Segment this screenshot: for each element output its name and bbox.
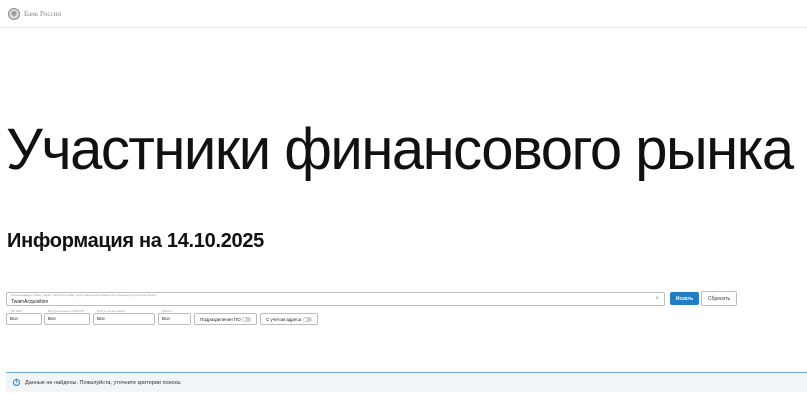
site-header: Банк России (0, 0, 807, 28)
filter-value: Все (48, 316, 56, 321)
reset-button[interactable]: Сбросить (701, 291, 737, 306)
filter-activity[interactable]: Вид деятельности ЦБ РФ Все (44, 309, 90, 325)
filter-label: Регион (162, 309, 172, 313)
clear-icon[interactable]: × (655, 295, 659, 304)
filter-label: Тип ЛЕЛ (10, 309, 22, 313)
toggle-subdivisions[interactable]: Подразделения ПО (194, 313, 257, 325)
find-button[interactable]: Искать (670, 292, 699, 305)
no-results-notice: i Данные не найдены. Пожалуйста, уточнит… (6, 372, 807, 392)
filter-value: Все (97, 316, 105, 321)
search-input[interactable] (11, 297, 651, 306)
toggle-knob (243, 318, 246, 321)
filter-value: Все (162, 316, 170, 321)
notice-text: Данные не найдены. Пожалуйста, уточните … (25, 379, 182, 386)
toggle-address[interactable]: С учетом адреса (260, 313, 318, 325)
page-title: Участники финансового рынка (6, 117, 794, 182)
filter-status[interactable]: Статус регистрации Все (93, 309, 155, 325)
toggle-label: Подразделения ПО (200, 316, 241, 322)
toggle-knob (304, 318, 307, 321)
filter-region[interactable]: Регион Все (158, 309, 191, 325)
filter-label: Статус регистрации (97, 309, 125, 313)
search-field[interactable]: Наименование (ИНН), адрес, ОГРН или ИНН,… (6, 292, 665, 306)
toggle-label: С учетом адреса (266, 316, 302, 322)
info-icon: i (13, 379, 20, 386)
toggle-switch[interactable] (242, 317, 251, 322)
filter-value: Все (10, 316, 18, 321)
filter-label: Вид деятельности ЦБ РФ (48, 309, 84, 313)
bank-logo[interactable]: Банк России (8, 8, 61, 20)
logo-text: Банк России (24, 10, 62, 18)
info-date-heading: Информация на 14.10.2025 (7, 230, 264, 252)
filter-entity-type[interactable]: Тип ЛЕЛ Все (6, 309, 42, 325)
emblem-icon (8, 8, 20, 20)
toggle-switch[interactable] (303, 317, 312, 322)
